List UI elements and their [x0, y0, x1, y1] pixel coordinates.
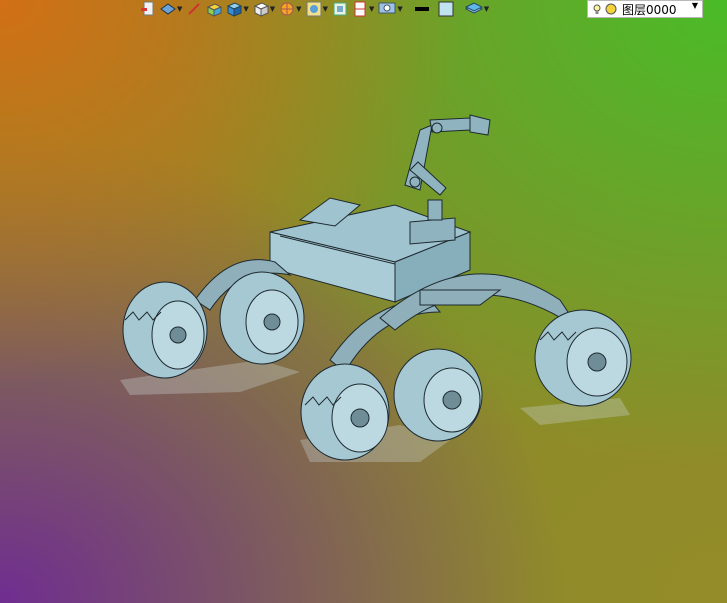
rover-model[interactable] [0, 0, 727, 603]
toolbar: ▼ ▼ ▼ ▼ ▼ ▼ ▼ ▼ [140, 0, 489, 18]
robot-arm [404, 114, 491, 245]
line-weight-button[interactable] [413, 1, 433, 17]
wheel-front-left [122, 281, 208, 379]
view-cube-button[interactable]: ▼ [253, 1, 275, 17]
box-blue-button[interactable]: ▼ [226, 1, 249, 17]
wheel-rear-left [300, 363, 390, 461]
wheel-rear-mid [393, 348, 483, 442]
ruler-button[interactable]: ▼ [352, 1, 374, 17]
model-viewport[interactable]: ▼ ▼ ▼ ▼ ▼ ▼ ▼ ▼ 图层0000 ▼ [0, 0, 727, 603]
box-yellow-button[interactable] [206, 1, 223, 17]
layer-name: 图层0000 [622, 2, 677, 17]
sun-icon [280, 2, 294, 16]
render-icon [306, 1, 322, 17]
pencil-button[interactable] [186, 1, 202, 17]
wheel-mid-left [219, 271, 305, 365]
view-cube-icon [253, 2, 269, 17]
settings-icon [378, 2, 396, 14]
color-swatch-button[interactable] [437, 1, 455, 17]
frame-icon [333, 2, 347, 16]
line-weight-icon [414, 7, 429, 11]
layer-select[interactable]: 图层0000 ▼ [587, 0, 703, 18]
layer-props-icon [141, 1, 154, 16]
render-button[interactable]: ▼ [306, 1, 328, 17]
layer-tools-button[interactable]: ▼ [160, 1, 182, 17]
chevron-down-icon[interactable]: ▼ [692, 1, 698, 10]
color-swatch-icon [438, 1, 454, 17]
pencil-icon [188, 3, 201, 15]
box-yellow-icon [207, 3, 223, 17]
box-blue-icon [227, 2, 243, 17]
layer-tools-icon [160, 3, 176, 15]
layer-status-icons [593, 3, 617, 15]
settings-button[interactable]: ▼ [378, 1, 403, 17]
layers-stack-button[interactable]: ▼ [464, 1, 489, 17]
wheel-right [534, 309, 632, 407]
layers-stack-icon [464, 2, 483, 14]
ruler-icon [354, 1, 366, 17]
sun-button[interactable]: ▼ [279, 1, 302, 17]
layer-props-button[interactable] [140, 1, 156, 17]
frame-button[interactable] [332, 1, 348, 17]
